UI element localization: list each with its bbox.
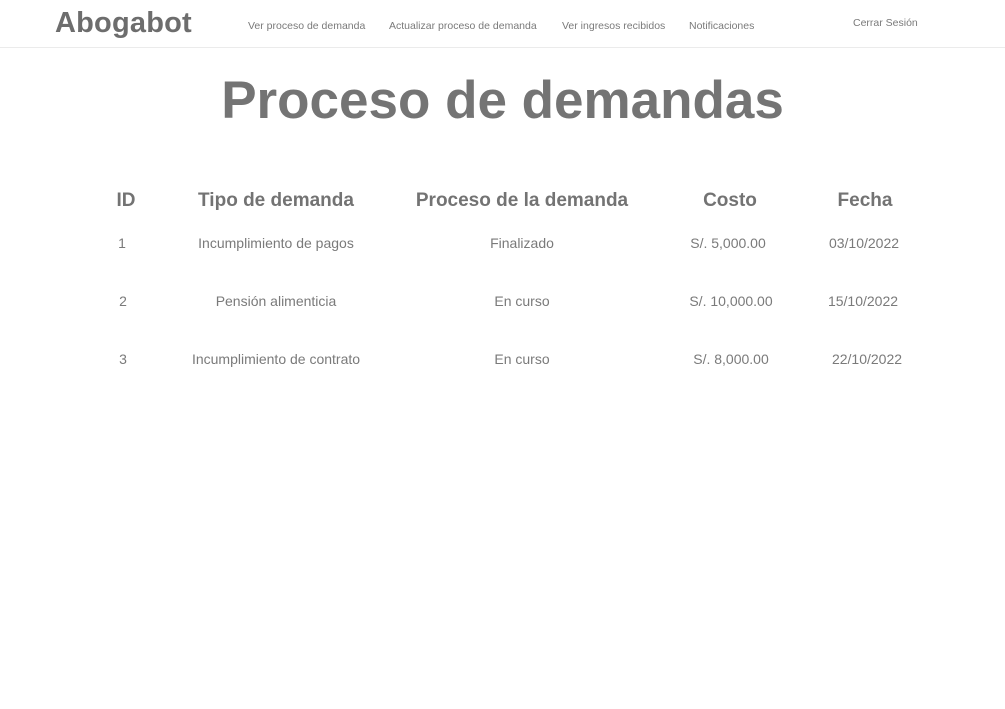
nav-link-ver-ingresos[interactable]: Ver ingresos recibidos xyxy=(562,20,665,32)
column-header-fecha: Fecha xyxy=(837,190,893,211)
cell-id: 3 xyxy=(119,351,127,367)
nav-link-actualizar-proceso[interactable]: Actualizar proceso de demanda xyxy=(389,20,537,32)
cell-costo: S/. 8,000.00 xyxy=(693,351,769,367)
column-header-proceso: Proceso de la demanda xyxy=(415,190,629,211)
cell-tipo: Incumplimiento de contrato xyxy=(191,351,361,367)
page-title: Proceso de demandas xyxy=(221,71,784,130)
cell-costo: S/. 10,000.00 xyxy=(689,293,773,309)
cell-tipo: Pensión alimenticia xyxy=(215,293,337,309)
cell-fecha: 15/10/2022 xyxy=(827,293,899,309)
cell-proceso: En curso xyxy=(494,351,550,367)
cell-fecha: 03/10/2022 xyxy=(828,235,900,251)
nav-link-notificaciones[interactable]: Notificaciones xyxy=(689,20,754,32)
brand-logo[interactable]: Abogabot xyxy=(55,7,192,40)
top-navbar: Abogabot Ver proceso de demanda Actualiz… xyxy=(0,0,1005,48)
cell-proceso: En curso xyxy=(494,293,550,309)
cell-id: 2 xyxy=(119,293,127,309)
cell-tipo: Incumplimiento de pagos xyxy=(198,235,354,251)
cell-proceso: Finalizado xyxy=(490,235,554,251)
nav-link-ver-proceso[interactable]: Ver proceso de demanda xyxy=(248,20,365,32)
column-header-costo: Costo xyxy=(703,190,757,211)
column-header-tipo: Tipo de demanda xyxy=(198,190,354,211)
cell-id: 1 xyxy=(118,235,126,251)
cell-costo: S/. 5,000.00 xyxy=(690,235,766,251)
column-header-id: ID xyxy=(116,190,136,211)
cell-fecha: 22/10/2022 xyxy=(831,351,903,367)
logout-button[interactable]: Cerrar Sesión xyxy=(853,17,918,29)
